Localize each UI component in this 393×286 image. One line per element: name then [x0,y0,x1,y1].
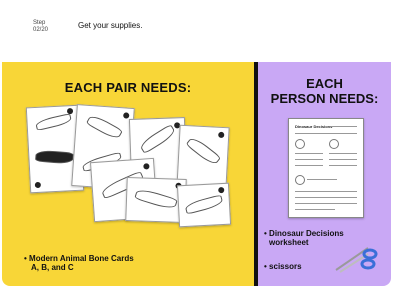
header-bar: Step 02/20 Get your supplies. [2,0,391,62]
ws-line [295,191,357,192]
ws-line [329,159,357,160]
person-heading-line1: EACH [306,76,343,91]
ws-circle [295,139,305,149]
bone-shape [184,194,224,215]
person-item-1-row: • Dinosaur Decisions [264,229,344,238]
pair-item-line2: A, B, and C [31,263,74,272]
step-title: Get your supplies. [78,21,143,30]
card-letter-dot [218,131,225,139]
person-heading-line2: PERSON NEEDS: [270,91,379,106]
ws-line [295,165,323,166]
bone-shape [134,187,178,211]
bullet: • [24,254,27,263]
person-item-1-line1: Dinosaur Decisions [269,229,344,238]
ws-circle [329,139,339,149]
card-letter-dot [123,112,130,119]
ws-circle [295,175,305,185]
card-letter-dot [218,186,225,194]
card-letter-dot [143,163,150,170]
slide: Step 02/20 Get your supplies. EACH PAIR … [2,0,391,286]
step-label: Step [33,20,46,26]
bullet: • [264,229,267,238]
scissors-icon [335,247,378,273]
ws-line [329,153,357,154]
ws-line [331,126,357,127]
worksheet-title: Dinosaur Decisions [295,124,333,129]
person-list-item-2: • scissors [264,262,302,271]
step-number: 02/20 [33,27,49,33]
ws-line [295,159,323,160]
bullet: • [264,262,267,271]
person-item-2-line1: scissors [269,262,302,271]
card-letter-dot [34,181,42,189]
bone-shape [34,113,73,131]
bone-shape [34,149,74,165]
ws-line [295,203,357,204]
card-letter-dot [66,108,74,115]
ws-line [329,165,357,166]
bone-shape [85,113,124,142]
ws-line [295,209,335,210]
person-item-1-line2: worksheet [269,238,309,247]
bone-card-g [176,182,232,228]
person-heading: EACH PERSON NEEDS: [258,76,391,106]
pair-heading: EACH PAIR NEEDS: [64,80,192,95]
person-list-item-1: • Dinosaur Decisions worksheet [264,229,344,247]
ws-line [295,133,357,134]
ws-line [295,197,357,198]
worksheet-image: Dinosaur Decisions [288,118,364,218]
ws-line [295,153,323,154]
bone-shape [185,135,222,167]
pair-list-item: • Modern Animal Bone Cards A, B, and C [24,254,134,272]
pair-item-line1: Modern Animal Bone Cards [29,254,134,263]
pair-item-line1-row: • Modern Animal Bone Cards [24,254,134,263]
bone-shape [138,123,177,155]
ws-line [307,179,337,180]
